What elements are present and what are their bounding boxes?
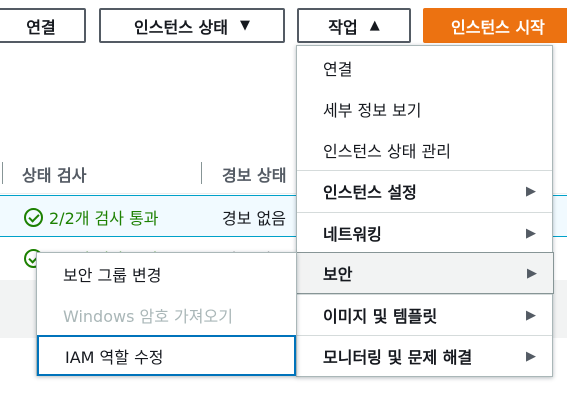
menu-item-label: 모니터링 및 문제 해결 bbox=[323, 348, 473, 367]
launch-instance-button[interactable]: 인스턴스 시작 bbox=[423, 8, 567, 43]
menu-item-label: 연결 bbox=[323, 59, 353, 79]
chevron-up-icon: ▲ bbox=[369, 18, 380, 33]
caret-right-icon: ▶ bbox=[527, 265, 537, 281]
launch-instance-label: 인스턴스 시작 bbox=[451, 17, 545, 37]
column-divider[interactable] bbox=[2, 162, 3, 184]
instance-state-label: 인스턴스 상태 bbox=[134, 17, 228, 37]
menu-item-monitoring-troubleshooting[interactable]: 모니터링 및 문제 해결 ▶ bbox=[297, 335, 552, 376]
menu-item-change-security-groups[interactable]: 보안 그룹 변경 bbox=[37, 253, 296, 294]
status-check-cell: 2/2개 검사 통과 bbox=[24, 205, 159, 229]
menu-item-security[interactable]: 보안 ▶ bbox=[296, 252, 554, 294]
status-check-text: 2/2개 검사 통과 bbox=[49, 209, 159, 228]
chevron-down-icon: ▼ bbox=[239, 18, 250, 33]
column-header-alarm-status[interactable]: 경보 상태 bbox=[222, 162, 286, 186]
menu-item-view-details[interactable]: 세부 정보 보기 bbox=[297, 88, 552, 129]
menu-item-get-windows-password: Windows 암호 가져오기 bbox=[37, 294, 296, 335]
caret-right-icon: ▶ bbox=[526, 183, 536, 199]
menu-item-modify-iam-role[interactable]: IAM 역할 수정 bbox=[37, 335, 296, 376]
alarm-status-cell: 경보 없음 bbox=[222, 209, 286, 228]
menu-item-manage-instance-state[interactable]: 인스턴스 상태 관리 bbox=[297, 129, 552, 170]
actions-button[interactable]: 작업 ▲ bbox=[297, 8, 411, 43]
menu-item-label: IAM 역할 수정 bbox=[65, 347, 164, 367]
caret-right-icon: ▶ bbox=[526, 225, 536, 241]
actions-menu: 연결 세부 정보 보기 인스턴스 상태 관리 인스턴스 설정 ▶ 네트워킹 ▶ … bbox=[296, 45, 554, 377]
menu-item-connect[interactable]: 연결 bbox=[297, 47, 552, 88]
column-divider[interactable] bbox=[201, 162, 202, 184]
actions-button-label: 작업 bbox=[328, 17, 358, 37]
menu-item-label: Windows 암호 가져오기 bbox=[63, 306, 233, 326]
menu-item-label: 세부 정보 보기 bbox=[323, 100, 422, 120]
menu-item-label: 이미지 및 템플릿 bbox=[323, 307, 438, 326]
check-circle-icon bbox=[24, 207, 43, 227]
menu-item-images-templates[interactable]: 이미지 및 템플릿 ▶ bbox=[297, 294, 552, 335]
menu-item-label: 인스턴스 상태 관리 bbox=[323, 141, 451, 161]
column-header-status-check[interactable]: 상태 검사 bbox=[22, 162, 86, 186]
menu-item-instance-settings[interactable]: 인스턴스 설정 ▶ bbox=[297, 170, 552, 211]
menu-item-label: 네트워킹 bbox=[323, 225, 382, 244]
caret-right-icon: ▶ bbox=[526, 307, 536, 323]
menu-item-label: 인스턴스 설정 bbox=[323, 183, 417, 202]
menu-item-label: 보안 그룹 변경 bbox=[63, 265, 162, 285]
connect-button[interactable]: 연결 bbox=[0, 8, 86, 43]
instance-state-button[interactable]: 인스턴스 상태 ▼ bbox=[99, 8, 285, 43]
menu-item-networking[interactable]: 네트워킹 ▶ bbox=[297, 212, 552, 253]
security-submenu: 보안 그룹 변경 Windows 암호 가져오기 IAM 역할 수정 bbox=[36, 252, 297, 376]
menu-item-label: 보안 bbox=[323, 265, 353, 284]
caret-right-icon: ▶ bbox=[526, 348, 536, 364]
connect-button-label: 연결 bbox=[26, 17, 56, 37]
